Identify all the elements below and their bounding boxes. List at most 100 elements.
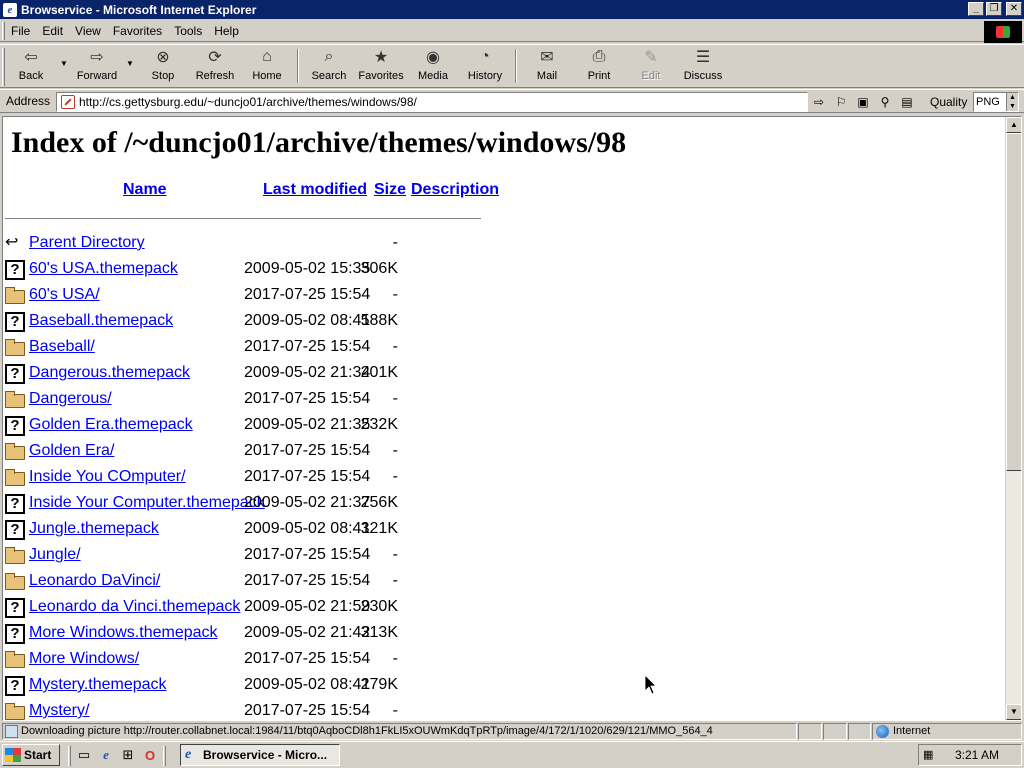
- entry-link[interactable]: Mystery/: [29, 702, 89, 720]
- discuss-button[interactable]: ☰ Discuss: [677, 45, 729, 87]
- entry-link[interactable]: Parent Directory: [29, 234, 145, 252]
- entry-modified: 2017-07-25 15:54: [244, 468, 371, 485]
- minimize-button[interactable]: _: [968, 2, 984, 16]
- menu-file[interactable]: File: [5, 24, 36, 38]
- entry-modified: 2009-05-02 08:41: [244, 676, 371, 693]
- edit-icon: ✎: [644, 49, 658, 66]
- home-button[interactable]: ⌂ Home: [241, 45, 293, 87]
- back-button[interactable]: ⇦ Back: [5, 45, 57, 87]
- entry-link[interactable]: 60's USA/: [29, 286, 100, 304]
- address-input[interactable]: http://cs.gettysburg.edu/~duncjo01/archi…: [56, 92, 808, 112]
- show-desktop-icon[interactable]: ▭: [75, 746, 93, 764]
- listing-row: ? More Windows.themepack 2009-05-02 21:42 3…: [3, 621, 603, 647]
- column-name-header[interactable]: Name: [123, 181, 167, 199]
- search-button[interactable]: ⌕ Search: [303, 45, 355, 87]
- menu-help[interactable]: Help: [208, 24, 245, 38]
- entry-link[interactable]: Leonardo DaVinci/: [29, 572, 160, 590]
- save-icon[interactable]: ▣: [854, 93, 872, 111]
- listing-row: Mystery/2017-07-25 15:54 -: [3, 699, 603, 720]
- entry-link[interactable]: 60's USA.themepack: [29, 260, 178, 278]
- entry-link[interactable]: Golden Era.themepack: [29, 416, 193, 434]
- quality-spinner[interactable]: ▲ ▼: [1006, 93, 1018, 111]
- entry-modified: 2017-07-25 15:54: [244, 702, 371, 719]
- menu-tools[interactable]: Tools: [168, 24, 208, 38]
- scroll-up-button[interactable]: ▲: [1006, 117, 1021, 133]
- quick-launch-grip[interactable]: [163, 746, 166, 766]
- network-icon[interactable]: ⊞: [119, 746, 137, 764]
- entry-link[interactable]: Jungle.themepack: [29, 520, 159, 538]
- status-text: Downloading picture http://router.collab…: [21, 725, 713, 737]
- listing-row: ? Inside Your Computer.themepack 2009-05-0…: [3, 491, 603, 517]
- back-dropdown[interactable]: ▼: [57, 45, 71, 87]
- find-icon[interactable]: ⚲: [876, 93, 894, 111]
- history-button[interactable]: ◔ History: [459, 45, 511, 87]
- forward-button[interactable]: ⇨ Forward: [71, 45, 123, 87]
- toolbar-separator: [297, 49, 299, 83]
- forward-arrow-icon: ⇨: [90, 49, 104, 66]
- quality-select[interactable]: PNG ▲ ▼: [973, 92, 1019, 112]
- menu-favorites[interactable]: Favorites: [107, 24, 168, 38]
- entry-size: 232K: [360, 416, 398, 433]
- forward-dropdown[interactable]: ▼: [123, 45, 137, 87]
- favorites-button[interactable]: ★ Favorites: [355, 45, 407, 87]
- bookmark-icon[interactable]: ⚐: [832, 93, 850, 111]
- vertical-scrollbar[interactable]: ▲ ▼: [1005, 117, 1021, 720]
- printer-icon: ⎙: [592, 48, 606, 65]
- entry-link[interactable]: Baseball/: [29, 338, 95, 356]
- entry-size: -: [392, 702, 398, 719]
- entry-link[interactable]: Inside Your Computer.themepack: [29, 494, 265, 512]
- search-icon: ⌕: [324, 48, 334, 65]
- entry-link[interactable]: Dangerous/: [29, 390, 112, 408]
- entry-modified: 2009-05-02 21:35: [244, 416, 371, 433]
- quick-launch-grip[interactable]: [68, 746, 71, 766]
- mail-button[interactable]: ✉ Mail: [521, 45, 573, 87]
- column-modified-header[interactable]: Last modified: [263, 181, 367, 199]
- mail-icon: ✉: [540, 49, 554, 66]
- restore-button[interactable]: ❐: [986, 2, 1002, 16]
- scroll-thumb[interactable]: [1006, 133, 1021, 471]
- folder-icon: [5, 651, 25, 668]
- entry-link[interactable]: Leonardo da Vinci.themepack: [29, 598, 240, 616]
- menu-view[interactable]: View: [69, 24, 107, 38]
- listing-row: Dangerous/2017-07-25 15:54 -: [3, 387, 603, 413]
- system-tray: ▦ 3:21 AM: [918, 744, 1022, 766]
- media-button[interactable]: ◉ Media: [407, 45, 459, 87]
- unknown-file-icon: ?: [5, 312, 25, 332]
- refresh-button[interactable]: ⟳ Refresh: [189, 45, 241, 87]
- entry-size: -: [392, 390, 398, 407]
- entry-size: -: [392, 338, 398, 355]
- entry-link[interactable]: More Windows/: [29, 650, 139, 668]
- column-description-header[interactable]: Description: [411, 181, 499, 199]
- taskbar-browser-button[interactable]: e Browservice - Micro...: [180, 744, 340, 766]
- print-button[interactable]: ⎙ Print: [573, 45, 625, 87]
- opera-icon[interactable]: O: [141, 746, 159, 764]
- entry-modified: 2009-05-02 08:41: [244, 520, 371, 537]
- tray-network-icon[interactable]: ▦: [923, 748, 939, 762]
- menu-edit[interactable]: Edit: [36, 24, 69, 38]
- entry-link[interactable]: Jungle/: [29, 546, 81, 564]
- stop-button[interactable]: ⊗ Stop: [137, 45, 189, 87]
- entry-link[interactable]: Inside You COmputer/: [29, 468, 186, 486]
- close-button[interactable]: ✕: [1006, 2, 1022, 16]
- status-text-panel: Downloading picture http://router.collab…: [2, 723, 797, 740]
- scroll-down-button[interactable]: ▼: [1006, 704, 1021, 720]
- folder-icon: [5, 443, 25, 460]
- start-label: Start: [24, 748, 52, 762]
- entry-link[interactable]: Dangerous.themepack: [29, 364, 190, 382]
- ie-icon: e: [185, 747, 192, 762]
- column-size-header[interactable]: Size: [374, 181, 406, 199]
- entry-link[interactable]: Baseball.themepack: [29, 312, 173, 330]
- quick-launch: ▭ e ⊞ O: [68, 746, 166, 766]
- window-title: Browservice - Microsoft Internet Explore…: [21, 2, 257, 17]
- ie-quicklaunch-icon[interactable]: e: [97, 746, 115, 764]
- edit-button[interactable]: ✎ Edit: [625, 45, 677, 87]
- start-button[interactable]: Start: [2, 744, 60, 766]
- entry-link[interactable]: Mystery.themepack: [29, 676, 167, 694]
- clipboard-icon[interactable]: ▤: [898, 93, 916, 111]
- entry-size: 313K: [360, 624, 398, 641]
- entry-size: -: [392, 468, 398, 485]
- go-arrow-icon[interactable]: ⇨: [810, 93, 828, 111]
- title-bar[interactable]: e Browservice - Microsoft Internet Explo…: [0, 0, 1024, 19]
- entry-link[interactable]: More Windows.themepack: [29, 624, 218, 642]
- entry-link[interactable]: Golden Era/: [29, 442, 114, 460]
